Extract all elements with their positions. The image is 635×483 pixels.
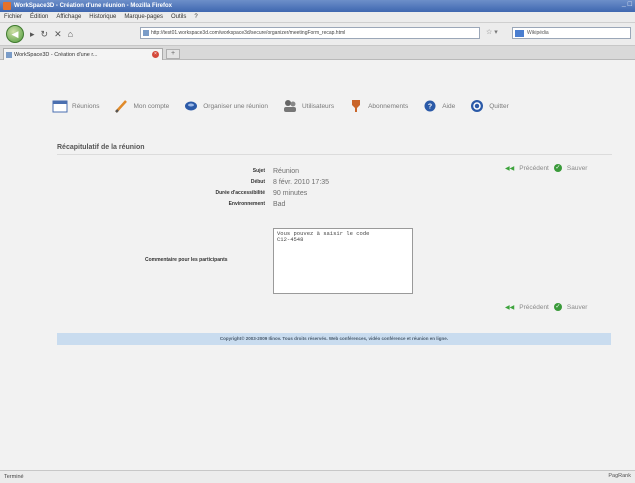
back-button[interactable]: ◀ bbox=[6, 25, 24, 43]
handshake-icon bbox=[185, 101, 198, 111]
calendar-icon bbox=[52, 100, 68, 113]
toolbar-label: Abonnements bbox=[368, 102, 409, 110]
menu-item-outils[interactable]: Outils bbox=[171, 14, 186, 20]
field-row-subject: Sujet Réunion bbox=[140, 168, 440, 179]
home-icon[interactable]: ⌂ bbox=[68, 29, 73, 39]
toolbar-label: Quitter bbox=[489, 102, 509, 110]
toolbar-aide[interactable]: ? Aide bbox=[422, 99, 455, 113]
save-check-icon: ✓ bbox=[553, 303, 562, 311]
app-toolbar: Réunions Mon compte Organiser une réunio… bbox=[52, 90, 612, 122]
toolbar-abonnements[interactable]: Abonnements bbox=[348, 99, 408, 113]
field-label: Début bbox=[250, 179, 265, 185]
new-tab-button[interactable]: + bbox=[166, 49, 180, 59]
url-bar[interactable]: http://test01.workspace3d.com/workspace3… bbox=[140, 27, 480, 39]
search-engine-icon[interactable] bbox=[515, 30, 524, 37]
url-text: http://test01.workspace3d.com/workspace3… bbox=[151, 30, 346, 36]
toolbar-label: Aide bbox=[442, 102, 456, 110]
top-actions: ◀◀ Précédent ✓ Sauver bbox=[505, 164, 587, 172]
menu-bar: Fichier Édition Affichage Historique Mar… bbox=[0, 12, 635, 23]
menu-item-edition[interactable]: Édition bbox=[30, 14, 48, 20]
page-title: Récapitulatif de la réunion bbox=[57, 144, 145, 151]
users-icon bbox=[283, 100, 296, 112]
field-label: Durée d'accessibilité bbox=[215, 190, 265, 196]
menu-item-marque-pages[interactable]: Marque-pages bbox=[124, 14, 163, 20]
search-input[interactable]: Wikipédia bbox=[512, 27, 631, 39]
field-value: Réunion bbox=[273, 168, 300, 175]
toolbar-label: Mon compte bbox=[133, 102, 170, 110]
tab-favicon-icon bbox=[6, 52, 12, 58]
toolbar-mon-compte[interactable]: Mon compte bbox=[113, 99, 169, 113]
menu-item-help[interactable]: ? bbox=[194, 14, 197, 20]
field-row-start: Début 8 févr. 2010 17:35 bbox=[140, 179, 440, 190]
copyright-footer: Copyright© 2003-2009 Ilinov. Tous droits… bbox=[57, 333, 611, 345]
menu-item-affichage[interactable]: Affichage bbox=[56, 14, 81, 20]
toolbar-quitter[interactable]: Quitter bbox=[469, 99, 509, 113]
stop-icon[interactable]: ✕ bbox=[54, 29, 62, 40]
pencil-icon bbox=[115, 100, 128, 113]
toolbar-utilisateurs[interactable]: Utilisateurs bbox=[282, 99, 334, 113]
title-divider bbox=[57, 154, 612, 155]
search-placeholder: Wikipédia bbox=[527, 30, 549, 36]
previous-arrow-icon: ◀◀ bbox=[505, 165, 515, 172]
status-bar: Terminé PagRank bbox=[0, 470, 635, 483]
navigation-bar: ◀ ▸ ↻ ✕ ⌂ http://test01.workspace3d.com/… bbox=[0, 23, 635, 46]
field-value: 90 minutes bbox=[273, 190, 308, 197]
toolbar-label: Organiser une réunion bbox=[203, 102, 268, 110]
save-button[interactable]: Sauver bbox=[567, 304, 588, 311]
tab-label: WorkSpace3D - Création d'une r... bbox=[14, 51, 98, 58]
previous-button[interactable]: Précédent bbox=[519, 165, 549, 172]
comment-label: Commentaire pour les participants bbox=[145, 257, 228, 263]
field-value: Bad bbox=[273, 201, 286, 208]
reload-icon[interactable]: ↻ bbox=[41, 29, 49, 40]
svg-text:?: ? bbox=[428, 104, 432, 111]
field-label: Sujet bbox=[252, 168, 265, 174]
status-text: Terminé bbox=[4, 474, 24, 480]
save-check-icon: ✓ bbox=[553, 164, 562, 172]
bookmark-star-icon[interactable]: ☆ ▾ bbox=[486, 28, 498, 36]
tag-icon bbox=[352, 100, 361, 112]
page-viewport: Réunions Mon compte Organiser une réunio… bbox=[0, 60, 635, 470]
field-row-duration: Durée d'accessibilité 90 minutes bbox=[140, 190, 440, 201]
save-button[interactable]: Sauver bbox=[567, 165, 588, 172]
site-favicon-icon bbox=[143, 30, 149, 36]
tab-close-icon[interactable]: × bbox=[152, 51, 159, 58]
pagerank-indicator[interactable]: PagRank bbox=[608, 473, 631, 479]
forward-icon[interactable]: ▸ bbox=[30, 29, 35, 40]
recap-form: Sujet Réunion Début 8 févr. 2010 17:35 D… bbox=[140, 168, 440, 212]
quit-icon bbox=[471, 100, 484, 112]
window-titlebar: WorkSpace3D - Création d'une réunion - M… bbox=[0, 0, 635, 12]
menu-item-fichier[interactable]: Fichier bbox=[4, 14, 22, 20]
bottom-actions: ◀◀ Précédent ✓ Sauver bbox=[505, 303, 587, 311]
comment-textarea[interactable]: Vous pouvez à saisir le code C12-4548 bbox=[273, 228, 413, 294]
field-label: Environnement bbox=[228, 201, 265, 207]
tab-workspace3d[interactable]: WorkSpace3D - Création d'une r... × bbox=[3, 48, 163, 60]
toolbar-reunions[interactable]: Réunions bbox=[52, 99, 99, 113]
field-row-environment: Environnement Bad bbox=[140, 201, 440, 212]
tab-bar: WorkSpace3D - Création d'une r... × + bbox=[0, 46, 635, 60]
toolbar-label: Réunions bbox=[72, 102, 100, 110]
previous-button[interactable]: Précédent bbox=[519, 304, 549, 311]
toolbar-label: Utilisateurs bbox=[301, 102, 335, 110]
field-value: 8 févr. 2010 17:35 bbox=[273, 179, 330, 186]
help-icon: ? bbox=[424, 100, 436, 112]
firefox-icon bbox=[3, 2, 11, 10]
toolbar-organiser-reunion[interactable]: Organiser une réunion bbox=[183, 99, 268, 113]
window-title: WorkSpace3D - Création d'une réunion - M… bbox=[14, 3, 173, 9]
menu-item-historique[interactable]: Historique bbox=[89, 14, 116, 20]
previous-arrow-icon: ◀◀ bbox=[505, 304, 515, 311]
window-controls[interactable]: _ □ bbox=[622, 1, 632, 8]
